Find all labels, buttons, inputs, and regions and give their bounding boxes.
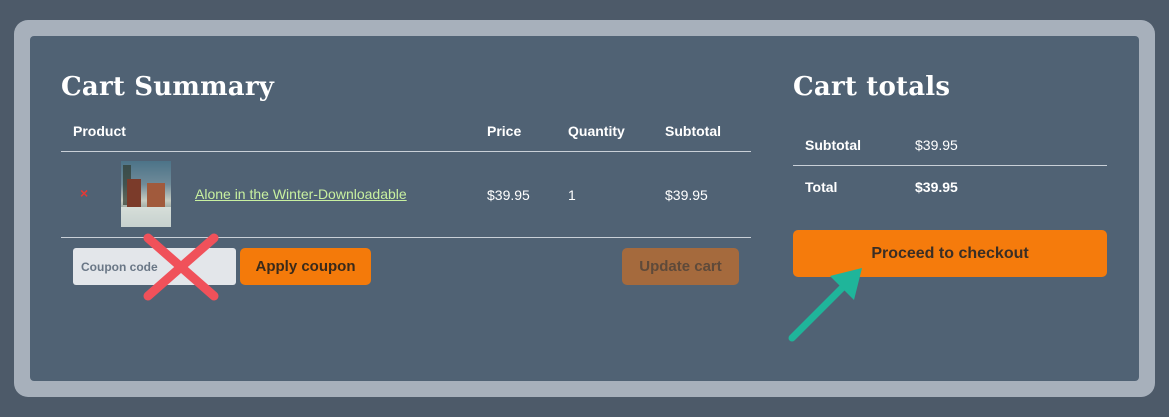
product-name-link[interactable]: Alone in the Winter-Downloadable: [195, 186, 407, 202]
apply-coupon-button[interactable]: Apply coupon: [240, 248, 371, 285]
item-price: $39.95: [487, 187, 530, 203]
column-header-price: Price: [487, 123, 522, 139]
totals-total-label: Total: [805, 179, 838, 195]
update-cart-button[interactable]: Update cart: [622, 248, 739, 285]
totals-divider: [793, 165, 1107, 166]
item-quantity: 1: [568, 187, 576, 203]
column-header-quantity: Quantity: [568, 123, 625, 139]
cross-annotation-icon: [143, 233, 219, 301]
cart-summary-title: Cart Summary: [61, 72, 275, 102]
column-header-product: Product: [73, 123, 126, 139]
totals-subtotal-value: $39.95: [915, 137, 958, 153]
item-subtotal: $39.95: [665, 187, 708, 203]
table-header-divider: [61, 151, 751, 152]
remove-item-icon[interactable]: ×: [80, 185, 88, 201]
cart-totals-title: Cart totals: [793, 72, 951, 102]
column-header-subtotal: Subtotal: [665, 123, 721, 139]
totals-subtotal-label: Subtotal: [805, 137, 861, 153]
arrow-annotation-icon: [788, 268, 862, 342]
totals-total-value: $39.95: [915, 179, 958, 195]
product-thumbnail[interactable]: [121, 161, 171, 227]
